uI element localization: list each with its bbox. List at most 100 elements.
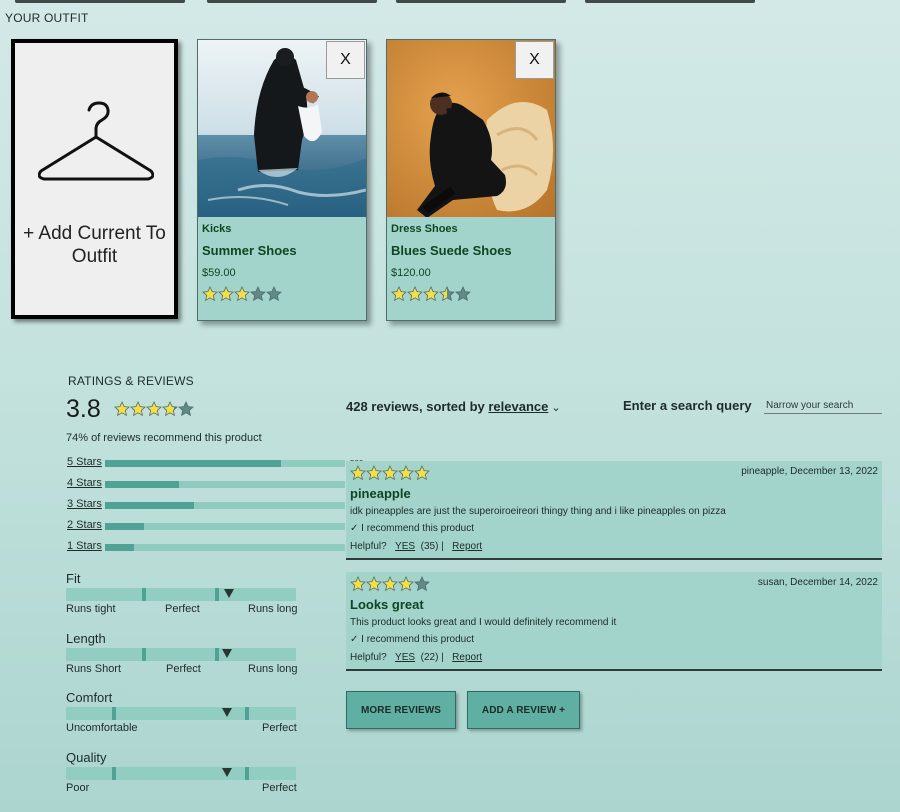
scale-divider (112, 767, 116, 780)
remove-outfit-button[interactable]: X (515, 41, 554, 79)
star-icon (366, 576, 382, 592)
star-icon (178, 401, 194, 417)
star-icon (114, 401, 130, 417)
star-icon (162, 401, 178, 417)
rating-bar-3[interactable]: 3 Stars 294 (67, 498, 363, 512)
star-icon (398, 465, 414, 481)
helpful-separator: | (441, 541, 444, 552)
helpful-count: (35) (420, 541, 439, 552)
scale-divider (245, 707, 249, 720)
helpful-yes-link[interactable]: YES (395, 541, 415, 552)
scale-divider (215, 588, 219, 601)
scale-divider (112, 707, 116, 720)
rating-bar-fill (105, 523, 145, 530)
review-sort-summary: 428 reviews, sorted by relevance ⌄ (346, 399, 561, 414)
scale-high-label: Runs long (248, 663, 298, 675)
star-icon (130, 401, 146, 417)
product-rating (391, 286, 471, 302)
star-icon (350, 576, 366, 592)
scale-low-label: Poor (66, 782, 90, 794)
characteristic-fit-scale (66, 588, 296, 601)
review-rating (350, 576, 430, 592)
average-rating: 3.8 (66, 395, 101, 423)
add-to-outfit-label: + Add Current To Outfit (23, 223, 166, 267)
star-icon (202, 286, 218, 302)
review-rating (350, 465, 430, 481)
characteristic-marker-icon (222, 649, 232, 658)
rating-bar-label[interactable]: 4 Stars (67, 477, 102, 489)
hanger-icon (38, 101, 154, 181)
search-input[interactable] (764, 397, 882, 414)
star-icon (414, 465, 430, 481)
scale-high-label: Perfect (262, 722, 297, 734)
review-tile: pineapple, December 13, 2022 pineapple i… (346, 461, 882, 560)
carousel-card-edge (396, 0, 566, 3)
more-reviews-button[interactable]: MORE REVIEWS (346, 691, 456, 729)
review-body: This product looks great and I would def… (350, 617, 617, 628)
average-rating-stars (114, 401, 194, 417)
review-helpful-row: Helpful? YES (35) | Report (350, 541, 482, 552)
helpful-separator: | (441, 652, 444, 663)
rating-bar-label[interactable]: 3 Stars (67, 498, 102, 510)
scale-low-label: Runs tight (66, 603, 116, 615)
rating-bar-fill (105, 460, 281, 467)
scale-low-label: Uncomfortable (66, 722, 138, 734)
rating-bar-fill (105, 544, 135, 551)
recommend-percentage: 74% of reviews recommend this product (66, 432, 262, 444)
review-title: pineapple (350, 486, 411, 501)
rating-bar-fill (105, 502, 195, 509)
star-icon (398, 576, 414, 592)
rating-bar-track (105, 502, 345, 509)
outfit-card[interactable]: X Dress Shoes Blues Suede Shoes $120.00 (386, 39, 556, 321)
review-helpful-row: Helpful? YES (22) | Report (350, 652, 482, 663)
rating-bar-5[interactable]: 5 Stars 580 (67, 456, 363, 470)
remove-outfit-button[interactable]: X (326, 41, 365, 79)
rating-bar-label[interactable]: 2 Stars (67, 519, 102, 531)
scale-divider (142, 648, 146, 661)
characteristic-fit-name: Fit (66, 571, 81, 586)
scale-high-label: Runs long (248, 603, 298, 615)
star-icon (414, 576, 430, 592)
star-icon (250, 286, 266, 302)
product-price: $120.00 (391, 267, 431, 279)
chevron-down-icon[interactable]: ⌄ (551, 401, 560, 414)
review-title: Looks great (350, 597, 424, 612)
product-category: Kicks (202, 223, 232, 235)
star-icon (382, 465, 398, 481)
add-to-outfit-card[interactable]: + Add Current To Outfit (11, 39, 178, 319)
characteristic-marker-icon (222, 768, 232, 777)
rating-bar-track (105, 460, 345, 467)
scale-divider (215, 648, 219, 661)
star-icon (439, 286, 455, 302)
rating-bar-label[interactable]: 1 Stars (67, 540, 102, 552)
carousel-card-edge (207, 0, 377, 3)
rating-bar-track (105, 481, 345, 488)
report-link[interactable]: Report (452, 652, 482, 663)
helpful-count: (22) (420, 652, 439, 663)
report-link[interactable]: Report (452, 541, 482, 552)
review-count-text: 428 reviews, sorted by (346, 399, 489, 414)
outfit-card[interactable]: X Kicks Summer Shoes $59.00 (197, 39, 367, 321)
review-recommend: ✓ I recommend this product (350, 523, 474, 534)
rating-bar-track (105, 523, 345, 530)
review-recommend: ✓ I recommend this product (350, 634, 474, 645)
characteristic-length-scale (66, 648, 296, 661)
helpful-yes-link[interactable]: YES (395, 652, 415, 663)
add-review-button[interactable]: ADD A REVIEW + (467, 691, 580, 729)
rating-bar-2[interactable]: 2 Stars 130 (67, 519, 363, 533)
product-category: Dress Shoes (391, 223, 458, 235)
rating-bar-4[interactable]: 4 Stars 245 (67, 477, 363, 491)
rating-bar-1[interactable]: 1 Stars 96 (67, 540, 359, 554)
scale-mid-label: Perfect (165, 603, 200, 615)
characteristic-marker-icon (222, 708, 232, 717)
rating-bar-label[interactable]: 5 Stars (67, 456, 102, 468)
sort-dropdown[interactable]: relevance (488, 399, 548, 414)
characteristic-length-name: Length (66, 631, 106, 646)
helpful-label: Helpful? (350, 652, 387, 663)
scale-low-label: Runs Short (66, 663, 122, 675)
star-icon (423, 286, 439, 302)
star-icon (382, 576, 398, 592)
star-icon (366, 465, 382, 481)
review-author-date: pineapple, December 13, 2022 (741, 466, 878, 477)
characteristic-marker-icon (224, 589, 235, 598)
